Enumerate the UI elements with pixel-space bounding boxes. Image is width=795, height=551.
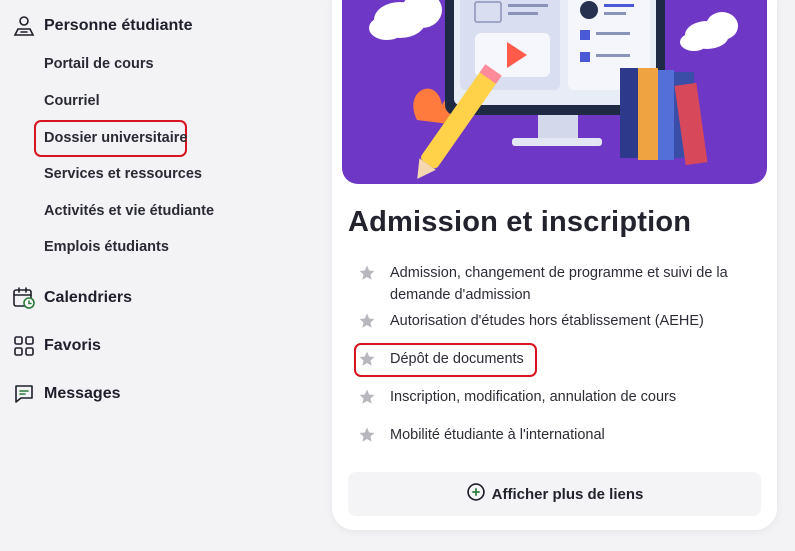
nav-messages-label: Messages (44, 385, 121, 402)
sidebar-item-services-ressources[interactable]: Services et ressources (44, 166, 202, 182)
link-label: Dépôt de documents (390, 351, 524, 367)
link-admission[interactable]: Admission, changement de programme et su… (358, 262, 740, 306)
sidebar: Personne étudiante Portail de cours Cour… (0, 0, 320, 551)
nav-student-label: Personne étudiante (44, 17, 193, 34)
sidebar-item-portail-de-cours[interactable]: Portail de cours (44, 56, 154, 72)
sidebar-item-dossier-universitaire[interactable]: Dossier universitaire (44, 130, 187, 146)
link-label: Admission, changement de programme et su… (390, 265, 728, 303)
star-icon[interactable] (358, 312, 376, 330)
link-label: Mobilité étudiante à l'international (390, 427, 605, 443)
nav-messages[interactable]: Messages (12, 382, 121, 406)
nav-calendriers[interactable]: Calendriers (12, 286, 132, 310)
grid-icon (12, 334, 36, 358)
calendar-icon (12, 286, 36, 310)
student-person-icon (12, 14, 36, 38)
nav-favoris[interactable]: Favoris (12, 334, 101, 358)
sidebar-item-activites-vie-etudiante[interactable]: Activités et vie étudiante (44, 203, 214, 219)
star-icon[interactable] (358, 264, 376, 282)
link-label: Inscription, modification, annulation de… (390, 389, 677, 405)
hero-illustration (342, 0, 767, 184)
plus-circle-icon (466, 482, 486, 507)
card-title: Admission et inscription (348, 206, 692, 238)
admission-card: Admission et inscription Admission, chan… (332, 0, 777, 530)
sidebar-item-courriel[interactable]: Courriel (44, 93, 100, 109)
link-depot-documents[interactable]: Dépôt de documents (358, 348, 740, 370)
link-mobilite[interactable]: Mobilité étudiante à l'international (358, 424, 740, 446)
nav-student-section[interactable]: Personne étudiante (12, 14, 192, 38)
nav-favoris-label: Favoris (44, 337, 101, 354)
link-label: Autorisation d'études hors établissement… (390, 313, 704, 329)
link-aehe[interactable]: Autorisation d'études hors établissement… (358, 310, 740, 332)
star-icon[interactable] (358, 426, 376, 444)
link-inscription[interactable]: Inscription, modification, annulation de… (358, 386, 740, 408)
star-icon[interactable] (358, 388, 376, 406)
show-more-label: Afficher plus de liens (491, 485, 644, 503)
nav-calendriers-label: Calendriers (44, 289, 133, 306)
star-icon[interactable] (358, 350, 376, 368)
message-icon (12, 382, 36, 406)
sidebar-item-emplois-etudiants[interactable]: Emplois étudiants (44, 239, 169, 255)
show-more-links-button[interactable]: Afficher plus de liens (348, 472, 761, 516)
